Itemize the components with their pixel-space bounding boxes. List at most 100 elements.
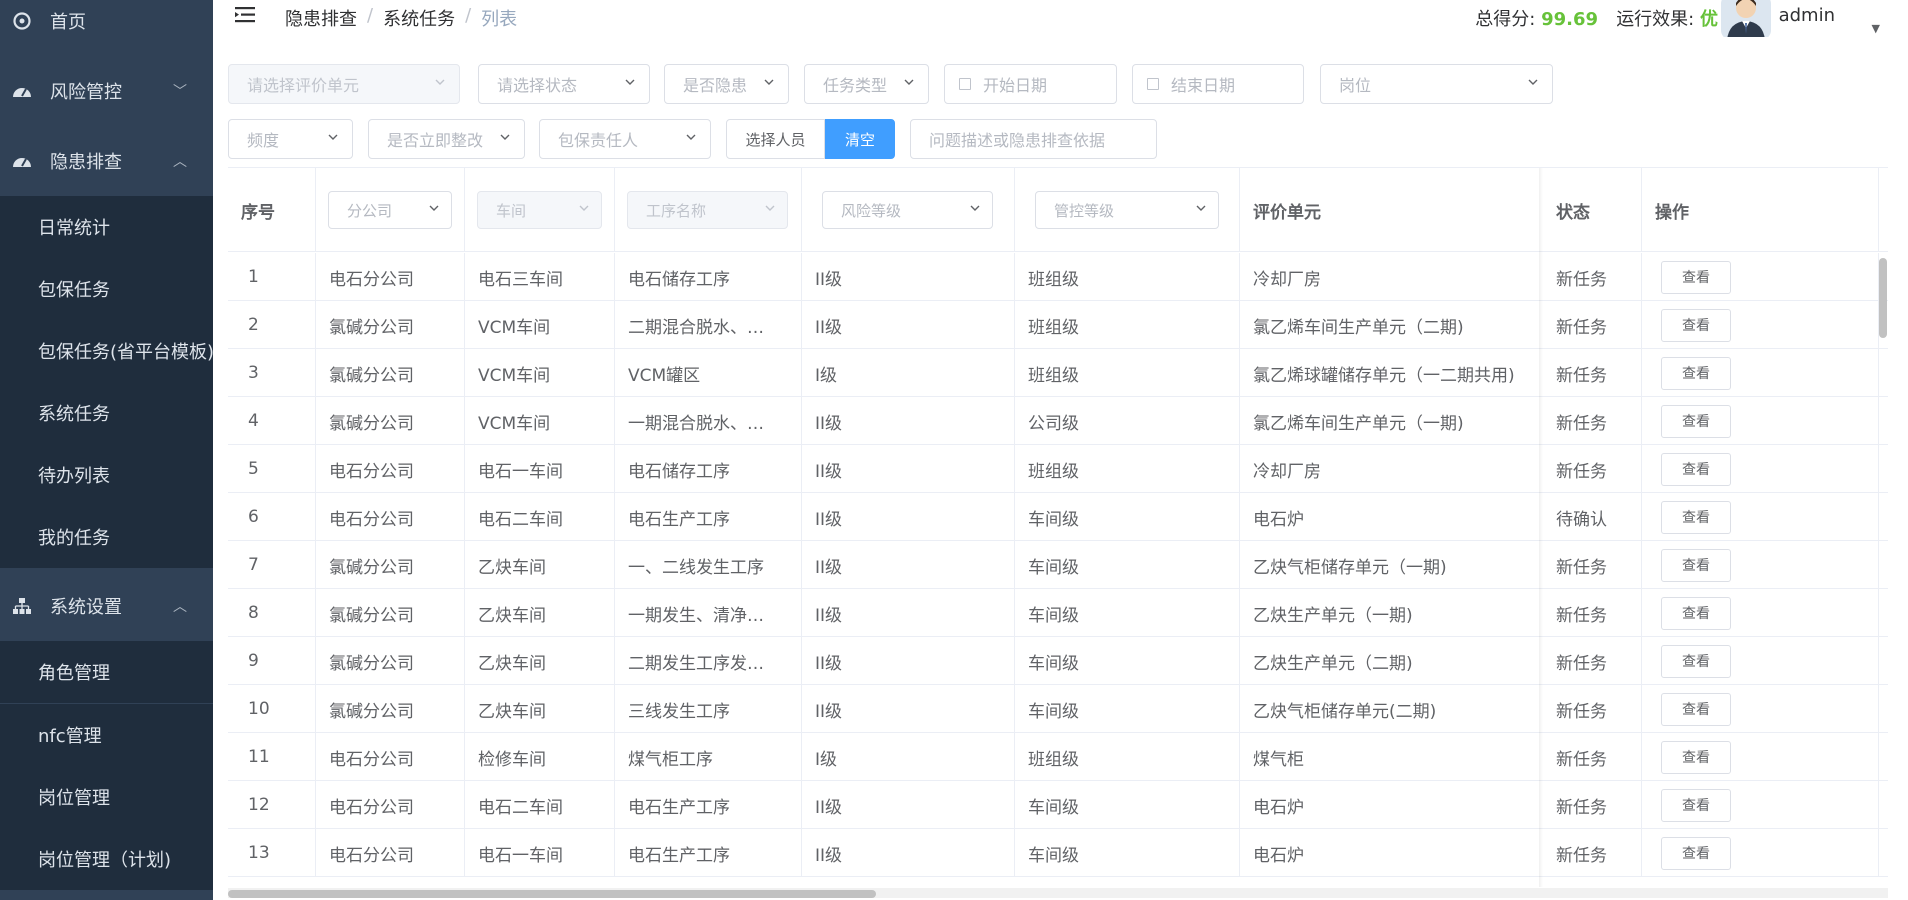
risk-level-placeholder: 风险等级 xyxy=(841,201,902,220)
sidebar-item-label: nfc管理 xyxy=(38,726,102,747)
cell-control-level: 班组级 xyxy=(1015,301,1240,349)
status-placeholder: 请选择状态 xyxy=(497,76,578,95)
cell-action: 查看 xyxy=(1642,349,1879,397)
avatar[interactable] xyxy=(1721,0,1771,40)
sidebar-item-system-settings[interactable]: 系统设置 ︿ xyxy=(0,571,213,641)
process-placeholder: 工序名称 xyxy=(646,201,707,220)
risk-level-filter-select[interactable]: 风险等级 xyxy=(822,191,993,229)
chevron-down-icon xyxy=(904,79,914,85)
control-level-filter-select[interactable]: 管控等级 xyxy=(1035,191,1219,229)
workshop-filter-select[interactable]: 车间 xyxy=(477,191,602,229)
dashboard-icon xyxy=(12,151,32,171)
sidebar-item-post-management[interactable]: 岗位管理 xyxy=(0,766,213,828)
sidebar-item-label: 包保任务(省平台模板) xyxy=(38,342,213,363)
view-button[interactable]: 查看 xyxy=(1661,308,1731,342)
top-navbar: 隐患排查 / 系统任务 / 列表 总得分: 99.69 运行效果: 优 admi… xyxy=(213,0,1908,40)
cell-risk-level: II级 xyxy=(802,829,1015,877)
cell-index: 5 xyxy=(228,445,316,493)
cell-action: 查看 xyxy=(1642,493,1879,541)
view-button[interactable]: 查看 xyxy=(1661,404,1731,438)
sidebar-item-package-task-template[interactable]: 包保任务(省平台模板) xyxy=(0,320,213,382)
eval-unit-select[interactable]: 请选择评价单元 xyxy=(228,64,460,104)
breadcrumb-item[interactable]: 系统任务 xyxy=(383,5,455,31)
responsible-person-select[interactable]: 包保责任人 xyxy=(539,119,711,159)
cell-status: 待确认 xyxy=(1543,493,1642,541)
chevron-down-icon xyxy=(686,134,696,140)
caret-down-icon[interactable]: ▼ xyxy=(1872,22,1880,35)
sidebar-item-system-task[interactable]: 系统任务 xyxy=(0,382,213,444)
dashboard-icon xyxy=(12,11,32,31)
sidebar-item-role-management[interactable]: 角色管理 xyxy=(0,641,213,703)
chevron-down-icon xyxy=(579,205,589,211)
view-button[interactable]: 查看 xyxy=(1661,500,1731,534)
sidebar-item-hazard-check[interactable]: 隐患排查 ︿ xyxy=(0,126,213,196)
start-date-picker[interactable]: 开始日期 xyxy=(944,64,1117,104)
is-hazard-select[interactable]: 是否隐患 xyxy=(664,64,789,104)
cell-workshop: 乙炔车间 xyxy=(465,685,615,733)
view-button[interactable]: 查看 xyxy=(1661,836,1731,870)
cell-process: 二期混合脱水、… xyxy=(615,301,802,349)
process-filter-select[interactable]: 工序名称 xyxy=(627,191,788,229)
chevron-down-icon xyxy=(500,134,510,140)
cell-process: 三线发生工序 xyxy=(615,685,802,733)
cell-status: 新任务 xyxy=(1543,349,1642,397)
sidebar-item-post-management-plan[interactable]: 岗位管理（计划) xyxy=(0,828,213,890)
hamburger-menu-icon[interactable] xyxy=(235,5,257,25)
view-button[interactable]: 查看 xyxy=(1661,452,1731,486)
view-button[interactable]: 查看 xyxy=(1661,260,1731,294)
view-button[interactable]: 查看 xyxy=(1661,692,1731,726)
sidebar-item-risk-control[interactable]: 风险管控 ﹀ xyxy=(0,56,213,126)
cell-status: 新任务 xyxy=(1543,397,1642,445)
sidebar-item-label: 日常统计 xyxy=(38,218,110,239)
sidebar-item-label: 待办列表 xyxy=(38,466,110,487)
cell-action: 查看 xyxy=(1642,253,1879,301)
chevron-down-icon xyxy=(764,79,774,85)
sidebar-item-home[interactable]: 首页 xyxy=(0,0,213,56)
view-button[interactable]: 查看 xyxy=(1661,740,1731,774)
cell-process: 二期发生工序发… xyxy=(615,637,802,685)
view-button[interactable]: 查看 xyxy=(1661,596,1731,630)
cell-action: 查看 xyxy=(1642,589,1879,637)
branch-filter-select[interactable]: 分公司 xyxy=(328,191,452,229)
select-person-button[interactable]: 选择人员 xyxy=(726,119,825,159)
username[interactable]: admin xyxy=(1779,5,1835,26)
view-button[interactable]: 查看 xyxy=(1661,644,1731,678)
clear-button[interactable]: 清空 xyxy=(825,119,895,159)
horizontal-scrollbar[interactable] xyxy=(228,890,876,898)
table-row: 1 电石分公司 电石三车间 电石储存工序 II级 班组级 冷却厂房 新任务 查看 xyxy=(228,253,1888,301)
run-effect: 运行效果: 优 xyxy=(1616,5,1718,31)
cell-workshop: 电石二车间 xyxy=(465,493,615,541)
breadcrumb-item[interactable]: 隐患排查 xyxy=(285,5,357,31)
table-row: 11 电石分公司 检修车间 煤气柜工序 I级 班组级 煤气柜 新任务 查看 xyxy=(228,733,1888,781)
cell-index: 10 xyxy=(228,685,316,733)
view-button[interactable]: 查看 xyxy=(1661,548,1731,582)
problem-search-input[interactable]: 问题描述或隐患排查依据 xyxy=(910,119,1157,159)
end-date-picker[interactable]: 结束日期 xyxy=(1132,64,1304,104)
sidebar-item-todo-list[interactable]: 待办列表 xyxy=(0,444,213,506)
cell-workshop: VCM车间 xyxy=(465,301,615,349)
cell-status: 新任务 xyxy=(1543,253,1642,301)
chevron-down-icon xyxy=(970,205,980,211)
sidebar-item-daily-stats[interactable]: 日常统计 xyxy=(0,196,213,258)
sidebar-item-nfc-management[interactable]: nfc管理 xyxy=(0,704,213,766)
cell-action: 查看 xyxy=(1642,781,1879,829)
branch-placeholder: 分公司 xyxy=(347,201,393,220)
vertical-scrollbar[interactable] xyxy=(1879,258,1887,338)
status-select[interactable]: 请选择状态 xyxy=(478,64,650,104)
cell-control-level: 车间级 xyxy=(1015,685,1240,733)
cell-eval-unit: 乙炔生产单元（二期) xyxy=(1253,653,1413,674)
sidebar-item-my-tasks[interactable]: 我的任务 xyxy=(0,506,213,568)
view-button[interactable]: 查看 xyxy=(1661,788,1731,822)
sidebar-item-package-task[interactable]: 包保任务 xyxy=(0,258,213,320)
cell-index: 6 xyxy=(228,493,316,541)
post-select[interactable]: 岗位 xyxy=(1320,64,1553,104)
table-row: 13 电石分公司 电石一车间 电石生产工序 II级 车间级 电石炉 新任务 查看 xyxy=(228,829,1888,877)
immediate-rectify-select[interactable]: 是否立即整改 xyxy=(368,119,525,159)
cell-eval-unit: 乙炔气柜储存单元（一期) xyxy=(1253,557,1447,578)
cell-workshop: 电石一车间 xyxy=(465,445,615,493)
task-type-select[interactable]: 任务类型 xyxy=(804,64,929,104)
frequency-select[interactable]: 频度 xyxy=(228,119,353,159)
breadcrumb-separator: / xyxy=(465,5,472,26)
cell-action: 查看 xyxy=(1642,541,1879,589)
view-button[interactable]: 查看 xyxy=(1661,356,1731,390)
